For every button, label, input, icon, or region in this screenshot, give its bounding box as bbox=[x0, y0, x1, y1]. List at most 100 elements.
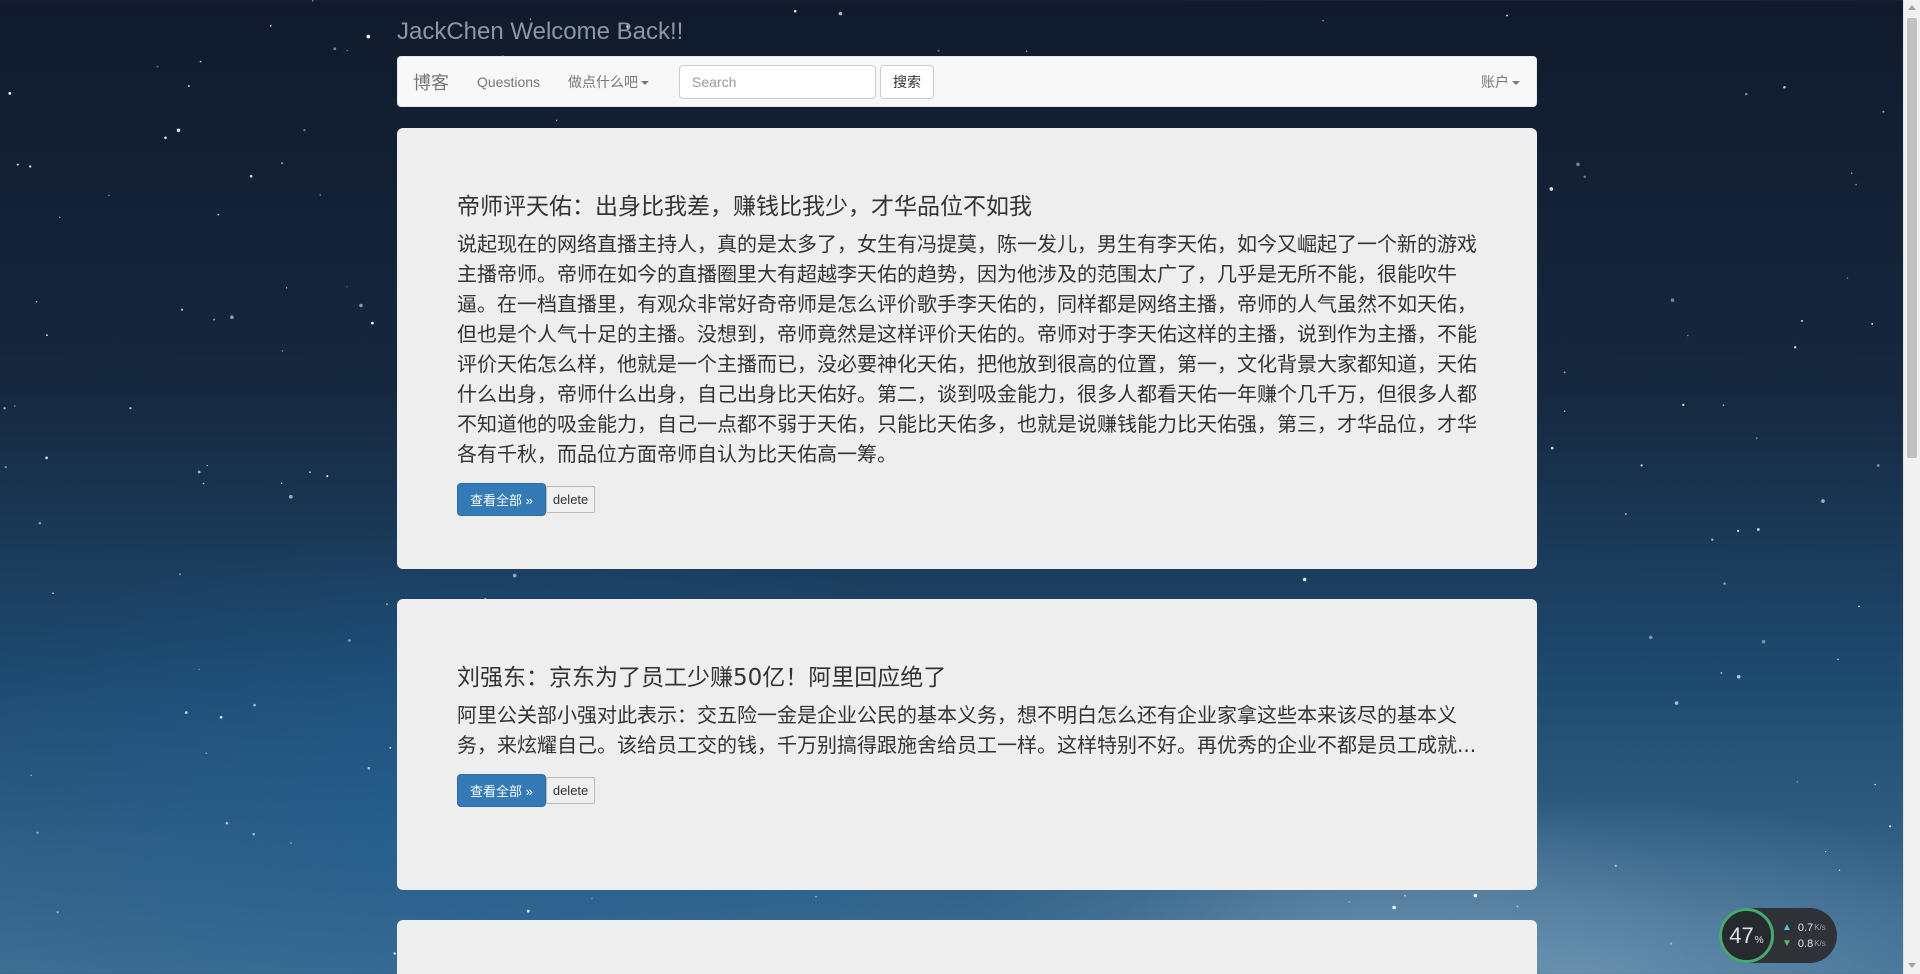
star bbox=[393, 952, 396, 955]
star bbox=[1723, 582, 1726, 585]
net-rates: ▲ 0.7 K/s ▼ 0.8 K/s bbox=[1782, 922, 1826, 950]
star bbox=[289, 494, 293, 499]
star bbox=[1837, 658, 1839, 661]
star bbox=[1796, 781, 1799, 783]
star bbox=[1516, 905, 1519, 908]
star bbox=[1794, 346, 1797, 349]
up-arrow-icon: ▲ bbox=[1782, 922, 1792, 933]
star bbox=[8, 92, 12, 95]
star bbox=[1871, 322, 1874, 325]
view-all-button[interactable]: 查看全部 » bbox=[457, 483, 546, 516]
scroll-down-arrow-icon[interactable] bbox=[1908, 963, 1916, 968]
star bbox=[366, 34, 371, 39]
star bbox=[129, 407, 132, 410]
star bbox=[45, 456, 48, 460]
star bbox=[184, 711, 188, 714]
search-button[interactable]: 搜索 bbox=[880, 64, 935, 99]
star bbox=[1648, 635, 1653, 640]
delete-button[interactable]: delete bbox=[545, 777, 596, 804]
star bbox=[199, 60, 202, 63]
star bbox=[1392, 905, 1396, 910]
post-card: 帝师评天佑：出身比我差，赚钱比我少，才华品位不如我 说起现在的网络直播主持人，真… bbox=[397, 128, 1537, 569]
star bbox=[213, 318, 216, 321]
star bbox=[1874, 783, 1876, 786]
star bbox=[280, 482, 283, 484]
star bbox=[202, 482, 205, 485]
star bbox=[178, 573, 182, 576]
star bbox=[389, 746, 392, 749]
star bbox=[249, 174, 253, 178]
star bbox=[303, 128, 306, 132]
star bbox=[1821, 499, 1825, 503]
star bbox=[4, 466, 7, 469]
star bbox=[1851, 172, 1853, 174]
scrollbar-thumb[interactable] bbox=[1907, 18, 1917, 458]
star bbox=[1711, 538, 1714, 542]
download-rate: ▼ 0.8 K/s bbox=[1782, 938, 1826, 950]
download-unit: K/s bbox=[1814, 939, 1826, 948]
star bbox=[29, 165, 32, 168]
star bbox=[1473, 893, 1478, 898]
star bbox=[252, 832, 256, 836]
star bbox=[176, 128, 181, 133]
star bbox=[164, 136, 167, 140]
navbar: 博客 Questions 做点什么吧 搜索 账户 bbox=[397, 56, 1537, 107]
star bbox=[346, 286, 348, 288]
star bbox=[197, 470, 201, 474]
network-speed-widget[interactable]: 47% ▲ 0.7 K/s ▼ 0.8 K/s bbox=[1719, 908, 1837, 963]
star bbox=[348, 639, 351, 642]
star bbox=[1404, 895, 1406, 897]
post-title: 刘强东：京东为了员工少赚50亿！阿里回应绝了 bbox=[457, 665, 947, 691]
post-card: 刘强东：京东为了员工少赚50亿！阿里回应绝了 阿里公关部小强对此表示：交五险一金… bbox=[397, 599, 1537, 890]
delete-button[interactable]: delete bbox=[545, 486, 596, 513]
star bbox=[512, 573, 517, 578]
star bbox=[367, 766, 371, 770]
star bbox=[1736, 675, 1741, 679]
nav-account-dropdown[interactable]: 账户 bbox=[1481, 72, 1520, 92]
navbar-brand[interactable]: 博客 bbox=[413, 69, 449, 95]
star bbox=[281, 350, 284, 352]
star bbox=[371, 321, 374, 325]
star bbox=[198, 668, 200, 671]
star bbox=[1876, 464, 1880, 467]
star bbox=[52, 592, 54, 595]
star bbox=[1682, 403, 1685, 407]
star bbox=[205, 752, 207, 754]
star bbox=[1549, 187, 1554, 191]
welcome-header: JackChen Welcome Back!! bbox=[397, 18, 684, 45]
star bbox=[1825, 851, 1827, 853]
star bbox=[1625, 513, 1627, 515]
star bbox=[1025, 50, 1028, 52]
star bbox=[38, 521, 42, 525]
star bbox=[1756, 528, 1760, 531]
star bbox=[46, 334, 48, 336]
star bbox=[1858, 605, 1860, 608]
star bbox=[1670, 298, 1675, 302]
nav-dropdown[interactable]: 做点什么吧 bbox=[568, 72, 650, 92]
nav-account-label: 账户 bbox=[1481, 73, 1509, 90]
star bbox=[1583, 175, 1587, 179]
star bbox=[1614, 864, 1618, 868]
star bbox=[1846, 277, 1849, 279]
star bbox=[30, 774, 32, 776]
scroll-up-arrow-icon[interactable] bbox=[1908, 5, 1916, 10]
post-body: 阿里公关部小强对此表示：交五险一金是企业公民的基本义务，想不明白怎么还有企业家拿… bbox=[457, 703, 1477, 757]
down-arrow-icon: ▼ bbox=[1782, 938, 1792, 949]
star bbox=[219, 715, 223, 719]
view-all-button[interactable]: 查看全部 » bbox=[457, 774, 546, 807]
star bbox=[180, 308, 184, 311]
download-value: 0.8 bbox=[1797, 937, 1814, 950]
star bbox=[346, 49, 348, 52]
post-body: 说起现在的网络直播主持人，真的是太多了，女生有冯提莫，陈一发儿，男生有李天佑，如… bbox=[457, 232, 1477, 466]
star bbox=[1506, 14, 1509, 17]
nav-questions[interactable]: Questions bbox=[477, 74, 540, 90]
star bbox=[312, 0, 314, 2]
star bbox=[1720, 671, 1723, 674]
post-actions: 查看全部 » delete bbox=[457, 483, 1477, 516]
star bbox=[1855, 183, 1857, 186]
page-scrollbar[interactable] bbox=[1903, 0, 1920, 974]
search-input[interactable] bbox=[679, 64, 877, 99]
star bbox=[1563, 371, 1566, 374]
star bbox=[838, 11, 843, 16]
star bbox=[308, 471, 311, 474]
